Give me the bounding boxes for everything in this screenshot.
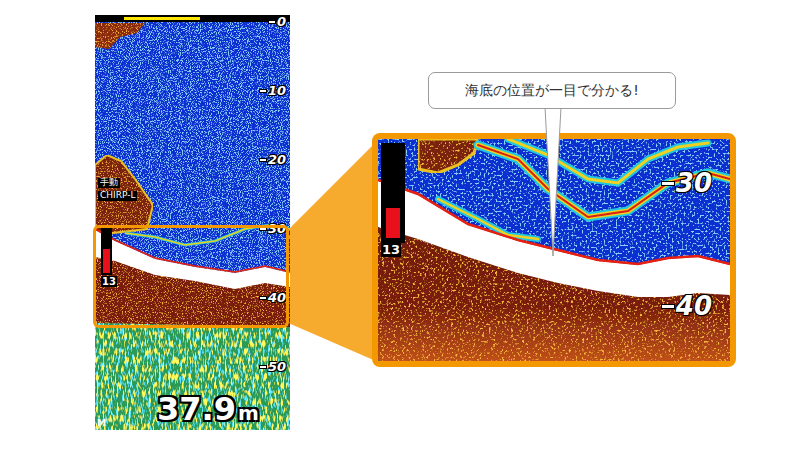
callout-bubble: 海底の位置が一目で分かる! [428, 72, 676, 109]
gain-bar-fill [103, 249, 110, 273]
zoom-panel: 30 40 13 [372, 133, 736, 367]
sonar-display: 0 10 20 30 40 50 手動 CHIRP-L 13 37.9m M [95, 15, 290, 430]
mode-badge: 手動 [98, 178, 120, 188]
gain-reading: 13 [101, 276, 117, 287]
range-bar [95, 15, 290, 22]
depth-reading: 37.9m [157, 393, 259, 425]
illustration: 0 10 20 30 40 50 手動 CHIRP-L 13 37.9m M [0, 0, 801, 450]
zoom-gain-bar-fill [386, 208, 400, 238]
zoom-gain-bar [381, 143, 405, 243]
mode-label: CHIRP-L [98, 191, 137, 201]
depth-tick: 40 [260, 291, 286, 304]
depth-tick: 30 [260, 222, 286, 235]
highlight-frame [93, 225, 289, 328]
callout-text: 海底の位置が一目で分かる! [465, 80, 639, 101]
depth-value: 37.9 [157, 393, 236, 425]
depth-tick: 0 [269, 15, 286, 28]
callout-pointer [0, 0, 801, 450]
depth-unit: m [238, 403, 259, 423]
gain-bar [101, 228, 112, 275]
zoom-depth-tick: 30 [662, 170, 712, 196]
range-bar-fill [124, 17, 200, 20]
corner-mark: M [97, 419, 106, 428]
depth-tick: 50 [260, 360, 286, 373]
zoom-depth-tick: 40 [662, 293, 712, 319]
depth-tick: 10 [260, 84, 286, 97]
depth-tick: 20 [260, 153, 286, 166]
zoom-gain-reading: 13 [381, 243, 401, 257]
